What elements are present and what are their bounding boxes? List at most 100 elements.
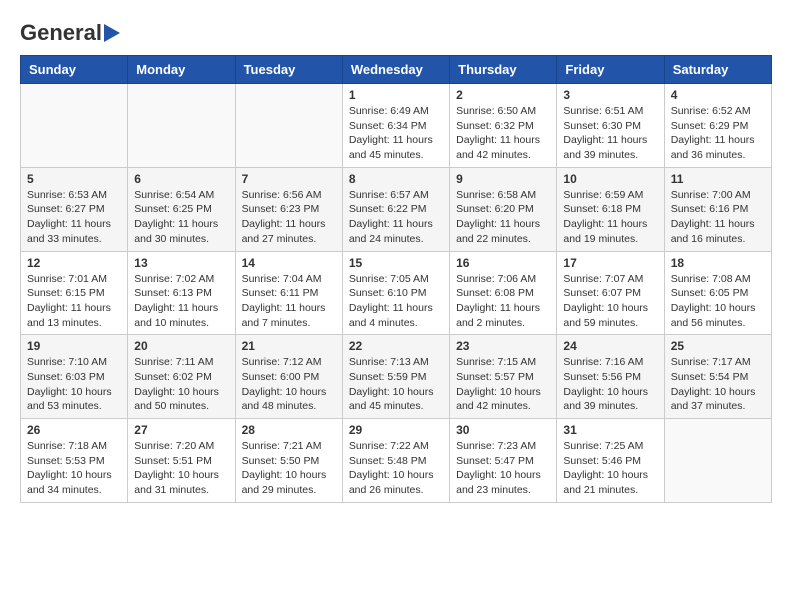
calendar-cell: 13 Sunrise: 7:02 AM Sunset: 6:13 PM Dayli… [128,251,235,335]
day-header-wednesday: Wednesday [342,56,449,84]
calendar-cell: 28 Sunrise: 7:21 AM Sunset: 5:50 PM Dayli… [235,419,342,503]
day-number: 17 [563,256,657,270]
day-number: 23 [456,339,550,353]
calendar-cell: 1Sunrise: 6:49 AM Sunset: 6:34 PM Daylig… [342,84,449,168]
calendar-cell: 8Sunrise: 6:57 AM Sunset: 6:22 PM Daylig… [342,167,449,251]
day-number: 15 [349,256,443,270]
day-info: Sunrise: 7:06 AM Sunset: 6:08 PM Dayligh… [456,272,550,331]
day-number: 27 [134,423,228,437]
day-number: 1 [349,88,443,102]
calendar-cell: 31 Sunrise: 7:25 AM Sunset: 5:46 PM Dayli… [557,419,664,503]
day-number: 19 [27,339,121,353]
day-info: Sunrise: 6:52 AM Sunset: 6:29 PM Dayligh… [671,104,765,163]
day-info: Sunrise: 7:17 AM Sunset: 5:54 PM Dayligh… [671,355,765,414]
calendar-cell: 20 Sunrise: 7:11 AM Sunset: 6:02 PM Dayli… [128,335,235,419]
calendar-cell: 17 Sunrise: 7:07 AM Sunset: 6:07 PM Dayli… [557,251,664,335]
day-info: Sunrise: 7:15 AM Sunset: 5:57 PM Dayligh… [456,355,550,414]
day-header-saturday: Saturday [664,56,771,84]
calendar-cell: 2 Sunrise: 6:50 AM Sunset: 6:32 PM Daylig… [450,84,557,168]
day-number: 18 [671,256,765,270]
calendar-cell: 15 Sunrise: 7:05 AM Sunset: 6:10 PM Dayli… [342,251,449,335]
calendar-cell: 7 Sunrise: 6:56 AM Sunset: 6:23 PM Daylig… [235,167,342,251]
day-number: 11 [671,172,765,186]
day-number: 31 [563,423,657,437]
day-number: 10 [563,172,657,186]
calendar-cell: 23 Sunrise: 7:15 AM Sunset: 5:57 PM Dayli… [450,335,557,419]
day-info: Sunrise: 6:56 AM Sunset: 6:23 PM Dayligh… [242,188,336,247]
calendar-cell: 16Sunrise: 7:06 AM Sunset: 6:08 PM Dayli… [450,251,557,335]
day-info: Sunrise: 6:58 AM Sunset: 6:20 PM Dayligh… [456,188,550,247]
day-number: 4 [671,88,765,102]
day-number: 7 [242,172,336,186]
calendar-cell: 18 Sunrise: 7:08 AM Sunset: 6:05 PM Dayli… [664,251,771,335]
calendar-cell: 6 Sunrise: 6:54 AM Sunset: 6:25 PM Daylig… [128,167,235,251]
day-header-friday: Friday [557,56,664,84]
calendar-cell: 29Sunrise: 7:22 AM Sunset: 5:48 PM Dayli… [342,419,449,503]
calendar-cell: 27 Sunrise: 7:20 AM Sunset: 5:51 PM Dayli… [128,419,235,503]
day-info: Sunrise: 6:59 AM Sunset: 6:18 PM Dayligh… [563,188,657,247]
calendar-table: SundayMondayTuesdayWednesdayThursdayFrid… [20,55,772,503]
day-info: Sunrise: 6:57 AM Sunset: 6:22 PM Dayligh… [349,188,443,247]
day-header-sunday: Sunday [21,56,128,84]
calendar-cell: 5 Sunrise: 6:53 AM Sunset: 6:27 PM Daylig… [21,167,128,251]
day-header-monday: Monday [128,56,235,84]
day-number: 21 [242,339,336,353]
day-info: Sunrise: 7:11 AM Sunset: 6:02 PM Dayligh… [134,355,228,414]
calendar-week-row: 26 Sunrise: 7:18 AM Sunset: 5:53 PM Dayli… [21,419,772,503]
calendar-cell: 19 Sunrise: 7:10 AM Sunset: 6:03 PM Dayli… [21,335,128,419]
day-info: Sunrise: 7:18 AM Sunset: 5:53 PM Dayligh… [27,439,121,498]
day-info: Sunrise: 6:51 AM Sunset: 6:30 PM Dayligh… [563,104,657,163]
day-info: Sunrise: 7:10 AM Sunset: 6:03 PM Dayligh… [27,355,121,414]
day-info: Sunrise: 7:00 AM Sunset: 6:16 PM Dayligh… [671,188,765,247]
calendar-week-row: 5 Sunrise: 6:53 AM Sunset: 6:27 PM Daylig… [21,167,772,251]
calendar-cell: 14Sunrise: 7:04 AM Sunset: 6:11 PM Dayli… [235,251,342,335]
day-info: Sunrise: 7:21 AM Sunset: 5:50 PM Dayligh… [242,439,336,498]
day-info: Sunrise: 7:07 AM Sunset: 6:07 PM Dayligh… [563,272,657,331]
day-number: 20 [134,339,228,353]
day-info: Sunrise: 7:23 AM Sunset: 5:47 PM Dayligh… [456,439,550,498]
day-number: 13 [134,256,228,270]
calendar-cell: 25 Sunrise: 7:17 AM Sunset: 5:54 PM Dayli… [664,335,771,419]
day-number: 22 [349,339,443,353]
day-number: 26 [27,423,121,437]
day-header-tuesday: Tuesday [235,56,342,84]
calendar-cell: 21 Sunrise: 7:12 AM Sunset: 6:00 PM Dayli… [235,335,342,419]
calendar-cell: 22Sunrise: 7:13 AM Sunset: 5:59 PM Dayli… [342,335,449,419]
logo: General [20,20,120,45]
day-number: 6 [134,172,228,186]
page-header: General [20,20,772,45]
calendar-cell: 10 Sunrise: 6:59 AM Sunset: 6:18 PM Dayli… [557,167,664,251]
calendar-cell: 3Sunrise: 6:51 AM Sunset: 6:30 PM Daylig… [557,84,664,168]
calendar-cell: 26 Sunrise: 7:18 AM Sunset: 5:53 PM Dayli… [21,419,128,503]
day-number: 25 [671,339,765,353]
calendar-cell: 12Sunrise: 7:01 AM Sunset: 6:15 PM Dayli… [21,251,128,335]
day-number: 24 [563,339,657,353]
calendar-cell [664,419,771,503]
calendar-cell [235,84,342,168]
calendar-cell [128,84,235,168]
calendar-cell: 30Sunrise: 7:23 AM Sunset: 5:47 PM Dayli… [450,419,557,503]
day-info: Sunrise: 7:20 AM Sunset: 5:51 PM Dayligh… [134,439,228,498]
calendar-cell: 9 Sunrise: 6:58 AM Sunset: 6:20 PM Daylig… [450,167,557,251]
day-number: 14 [242,256,336,270]
day-number: 28 [242,423,336,437]
logo-arrow-icon [104,24,120,42]
calendar-cell: 11 Sunrise: 7:00 AM Sunset: 6:16 PM Dayli… [664,167,771,251]
day-info: Sunrise: 7:02 AM Sunset: 6:13 PM Dayligh… [134,272,228,331]
day-info: Sunrise: 6:53 AM Sunset: 6:27 PM Dayligh… [27,188,121,247]
day-info: Sunrise: 7:12 AM Sunset: 6:00 PM Dayligh… [242,355,336,414]
calendar-week-row: 1Sunrise: 6:49 AM Sunset: 6:34 PM Daylig… [21,84,772,168]
calendar-week-row: 19 Sunrise: 7:10 AM Sunset: 6:03 PM Dayli… [21,335,772,419]
day-info: Sunrise: 6:50 AM Sunset: 6:32 PM Dayligh… [456,104,550,163]
day-info: Sunrise: 7:05 AM Sunset: 6:10 PM Dayligh… [349,272,443,331]
day-number: 2 [456,88,550,102]
day-number: 29 [349,423,443,437]
day-info: Sunrise: 6:54 AM Sunset: 6:25 PM Dayligh… [134,188,228,247]
day-info: Sunrise: 7:01 AM Sunset: 6:15 PM Dayligh… [27,272,121,331]
day-number: 9 [456,172,550,186]
calendar-cell: 24Sunrise: 7:16 AM Sunset: 5:56 PM Dayli… [557,335,664,419]
day-info: Sunrise: 7:08 AM Sunset: 6:05 PM Dayligh… [671,272,765,331]
calendar-cell: 4 Sunrise: 6:52 AM Sunset: 6:29 PM Daylig… [664,84,771,168]
day-info: Sunrise: 7:25 AM Sunset: 5:46 PM Dayligh… [563,439,657,498]
day-number: 5 [27,172,121,186]
